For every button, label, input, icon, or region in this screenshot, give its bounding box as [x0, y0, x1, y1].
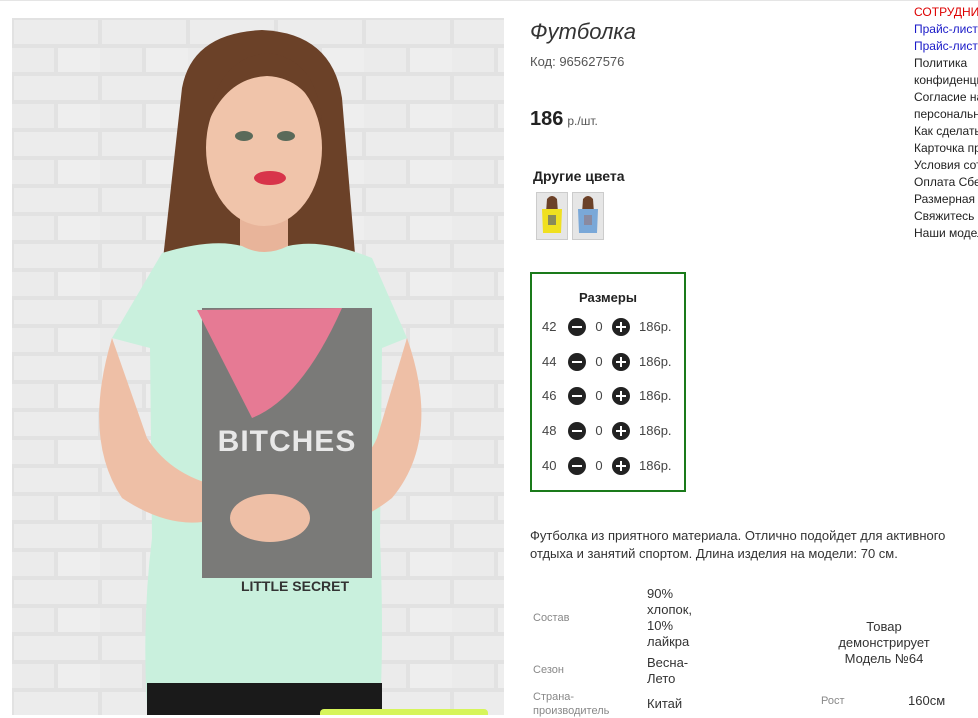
sizes-panel: Размеры 42 0 186р. 44 0 186р. 46 0 186р.…	[530, 272, 686, 492]
size-price: 186р.	[639, 319, 672, 334]
size-price: 186р.	[639, 354, 672, 369]
sizes-heading: Размеры	[579, 290, 637, 305]
season-value: Весна- Лето	[647, 655, 688, 687]
model-note-line: Модель №64	[844, 651, 924, 666]
composition-line: 90%	[647, 586, 674, 601]
country-label-line: Страна-	[533, 691, 575, 703]
size-price: 186р.	[639, 458, 672, 473]
scroll-up-bar[interactable]	[320, 709, 488, 715]
top-divider	[0, 0, 978, 1]
increase-qty-button[interactable]	[612, 318, 630, 336]
menu-link-consent[interactable]: Согласие на обработку	[914, 89, 978, 106]
size-row-46: 46 0 186р.	[532, 385, 684, 407]
decrease-qty-button[interactable]	[568, 457, 586, 475]
composition-line: хлопок,	[647, 602, 693, 617]
color-swatch-blue[interactable]	[572, 192, 604, 240]
color-swatch-yellow[interactable]	[536, 192, 568, 240]
season-line: Весна-	[647, 655, 689, 670]
height-label: Рост	[821, 695, 845, 707]
increase-qty-button[interactable]	[612, 457, 630, 475]
menu-link-contact[interactable]: Свяжитесь с нами	[914, 208, 978, 225]
size-price: 186р.	[639, 423, 672, 438]
qty-value: 0	[595, 458, 603, 473]
increase-qty-button[interactable]	[612, 422, 630, 440]
size-label: 44	[542, 354, 557, 369]
decrease-qty-button[interactable]	[568, 422, 586, 440]
qty-value: 0	[595, 354, 603, 369]
menu-link-price-list[interactable]: Прайс-лист	[914, 21, 978, 38]
country-label-line: производитель	[533, 705, 610, 717]
composition-line: лайкра	[647, 634, 690, 649]
menu-link-price-list-2[interactable]: Прайс-лист	[914, 38, 978, 55]
price-value: 186	[530, 108, 564, 130]
model-note-line: демонстрирует	[838, 635, 930, 650]
model-note: Товар демонстрирует Модель №64	[830, 619, 938, 667]
size-label: 40	[542, 458, 557, 473]
height-value: 160см	[908, 693, 946, 708]
product-price: 186 р./шт.	[530, 108, 598, 131]
size-row-40: 40 0 186р.	[532, 455, 684, 477]
composition-line: 10%	[647, 618, 674, 633]
product-title: Футболка	[530, 19, 636, 44]
menu-link-consent-cont[interactable]: персональных данных	[914, 106, 978, 123]
product-description: Футболка из приятного материала. Отлично…	[530, 527, 978, 563]
size-row-42: 42 0 186р.	[532, 316, 684, 338]
print-bottom-text: LITTLE SECRET	[241, 578, 350, 594]
model-note-line: Товар	[866, 619, 902, 634]
product-code: Код: 965627576	[530, 54, 625, 69]
increase-qty-button[interactable]	[612, 387, 630, 405]
side-menu: СОТРУДНИЧЕСТВО Прайс-лист Прайс-лист Пол…	[914, 4, 978, 242]
price-unit: р./шт.	[567, 114, 598, 128]
composition-value: 90% хлопок, 10% лайкра	[647, 586, 692, 650]
country-label: Страна- производитель	[533, 690, 609, 718]
season-label: Сезон	[533, 664, 564, 676]
menu-link-how-to-order[interactable]: Как сделать заказ	[914, 123, 978, 140]
size-label: 48	[542, 423, 557, 438]
menu-link-terms[interactable]: Условия сотрудничества	[914, 157, 978, 174]
menu-link-payment[interactable]: Оплата Сбербанк	[914, 174, 978, 191]
description-line: отдыха и занятий спортом. Длина изделия …	[530, 546, 898, 561]
size-price: 186р.	[639, 388, 672, 403]
product-photo[interactable]: BITCHES LITTLE SECRET	[12, 18, 504, 715]
size-label: 42	[542, 319, 557, 334]
menu-link-privacy-cont[interactable]: конфиденциальности	[914, 72, 978, 89]
size-row-48: 48 0 186р.	[532, 420, 684, 442]
decrease-qty-button[interactable]	[568, 353, 586, 371]
description-line: Футболка из приятного материала. Отлично…	[530, 528, 946, 543]
qty-value: 0	[595, 423, 603, 438]
decrease-qty-button[interactable]	[568, 387, 586, 405]
decrease-qty-button[interactable]	[568, 318, 586, 336]
menu-link-size-chart[interactable]: Размерная сетка	[914, 191, 978, 208]
qty-value: 0	[595, 319, 603, 334]
menu-link-cooperation[interactable]: СОТРУДНИЧЕСТВО	[914, 4, 978, 21]
increase-qty-button[interactable]	[612, 353, 630, 371]
menu-link-models[interactable]: Наши модели	[914, 225, 978, 242]
other-colors-heading: Другие цвета	[533, 168, 625, 184]
menu-link-privacy[interactable]: Политика	[914, 55, 978, 72]
size-label: 46	[542, 388, 557, 403]
country-value: Китай	[647, 696, 683, 711]
menu-link-company-card[interactable]: Карточка предприятия	[914, 140, 978, 157]
season-line: Лето	[647, 671, 676, 686]
size-row-44: 44 0 186р.	[532, 351, 684, 373]
print-top-text: BITCHES	[218, 425, 357, 458]
composition-label: Состав	[533, 612, 570, 624]
qty-value: 0	[595, 388, 603, 403]
